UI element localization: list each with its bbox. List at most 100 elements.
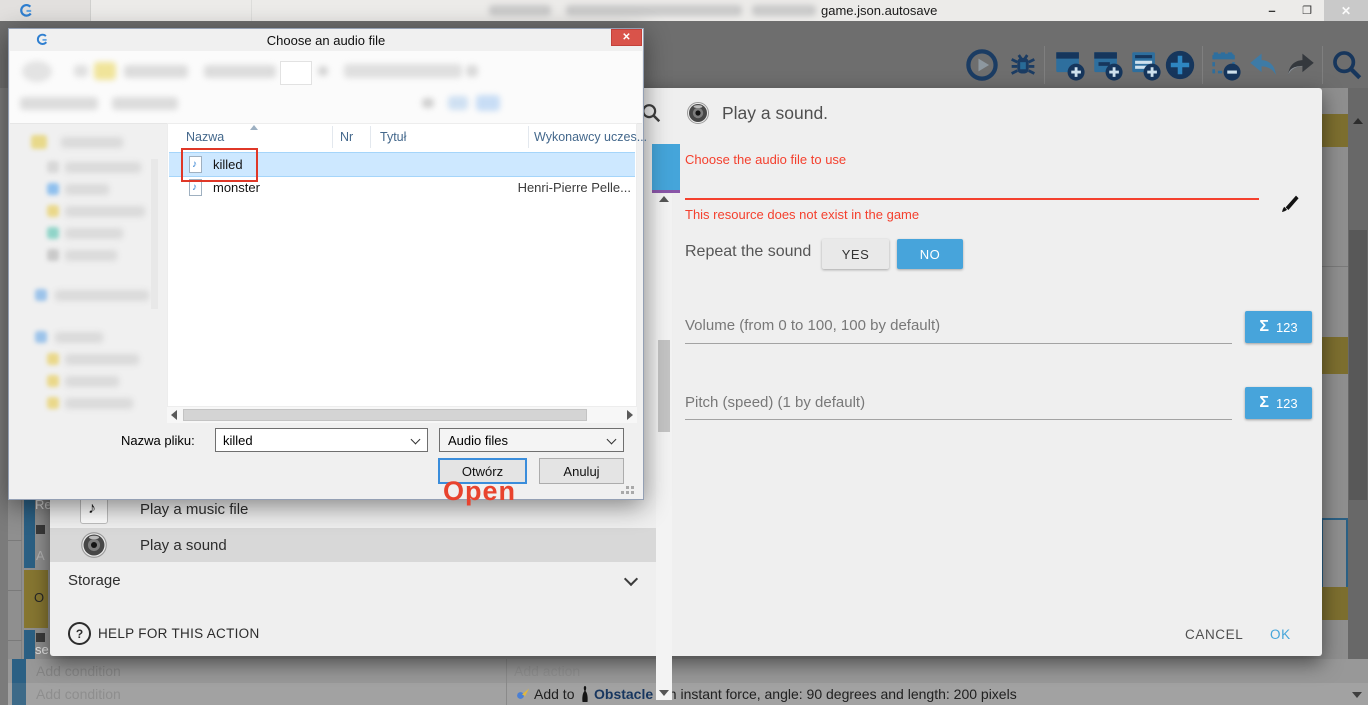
redacted-tree-label <box>65 376 119 387</box>
file-list-hscrollbar[interactable] <box>167 407 637 423</box>
redacted-tree-label <box>65 184 109 195</box>
category-tab-selected[interactable] <box>652 144 680 190</box>
editor-title: Play a sound. <box>722 103 828 124</box>
instruction-item-label: Play a music file <box>140 501 248 518</box>
sort-ascending-icon <box>250 125 258 130</box>
add-action-button[interactable]: Add action <box>514 663 580 679</box>
delete-event-button[interactable] <box>1208 48 1242 82</box>
preview-play-button[interactable] <box>965 48 999 82</box>
column-divider <box>506 683 507 705</box>
undo-button[interactable] <box>1246 48 1280 82</box>
add-event-button[interactable] <box>1052 48 1086 82</box>
volume-input[interactable] <box>685 343 1232 344</box>
add-sub-event-button[interactable] <box>1090 48 1124 82</box>
redacted-toolbar-item <box>422 98 434 108</box>
redacted-tree-icon <box>47 397 59 409</box>
column-header-title[interactable]: Tytuł <box>380 130 406 144</box>
column-header-artists[interactable]: Wykonawcy uczes... <box>534 130 647 144</box>
event-row-add: Add condition Add action <box>8 659 1368 684</box>
resource-brush-icon[interactable] <box>1278 191 1302 215</box>
repeat-no-button[interactable]: NO <box>897 239 963 269</box>
sigma-icon: Σ <box>1259 318 1269 336</box>
file-dialog-close-button[interactable]: ✕ <box>611 29 642 46</box>
file-name: monster <box>213 180 260 195</box>
redacted-tree-icon <box>47 249 59 261</box>
dropdown-chevron-icon[interactable] <box>411 435 421 445</box>
redo-button[interactable] <box>1284 48 1318 82</box>
pitch-input[interactable] <box>685 419 1232 420</box>
help-question-icon: ? <box>68 622 91 645</box>
minimize-button[interactable]: – <box>1254 0 1290 21</box>
speaker-icon <box>686 101 710 125</box>
instruction-item-sound-selected[interactable]: Play a sound <box>50 528 656 562</box>
redacted-tree-icon <box>35 289 47 301</box>
redacted-back-button <box>22 61 52 82</box>
scroll-left-icon[interactable] <box>171 410 177 420</box>
scroll-right-icon[interactable] <box>627 410 633 420</box>
redacted-tree-icon <box>47 227 59 239</box>
redacted-view-icon <box>448 96 468 110</box>
audio-file-input[interactable] <box>685 198 1259 200</box>
ok-button[interactable]: OK <box>1270 627 1291 642</box>
dropdown-chevron-icon[interactable] <box>607 435 617 445</box>
scrollbar-thumb[interactable] <box>658 340 670 432</box>
filename-combobox[interactable]: killed <box>215 428 428 452</box>
cancel-button-dialog[interactable]: Anuluj <box>539 458 624 484</box>
file-dialog-navbar-redacted <box>10 51 642 124</box>
repeat-yes-button[interactable]: YES <box>822 239 889 269</box>
file-list-header: Nazwa Nr Tytuł Wykonawcy uczes... <box>168 124 636 150</box>
close-icon: ✕ <box>622 32 630 43</box>
scroll-down-icon[interactable] <box>659 690 669 696</box>
column-divider[interactable] <box>370 126 371 148</box>
chevron-down-icon <box>624 572 638 586</box>
help-button[interactable]: ? HELP FOR THIS ACTION <box>68 622 328 646</box>
restore-button[interactable]: ❐ <box>1290 0 1324 21</box>
volume-expression-button[interactable]: Σ 123 <box>1245 311 1312 343</box>
restore-icon: ❐ <box>1302 4 1312 17</box>
events-scrollbar[interactable] <box>1348 88 1368 705</box>
instruction-group-storage[interactable]: Storage <box>50 566 656 598</box>
search-button[interactable] <box>1330 48 1364 82</box>
close-icon: ✕ <box>1341 4 1351 18</box>
pitch-expression-button[interactable]: Σ 123 <box>1245 387 1312 419</box>
force-action-prefix[interactable]: Add to <box>534 686 574 702</box>
event-condition-strip <box>12 683 26 705</box>
window-title: game.json.autosave <box>821 3 937 18</box>
hscrollbar-thumb[interactable] <box>183 409 587 421</box>
column-header-nr[interactable]: Nr <box>340 130 353 144</box>
column-divider[interactable] <box>528 126 529 148</box>
titlebar-segment-line <box>251 0 252 21</box>
yes-label: YES <box>842 247 870 262</box>
add-condition-button[interactable]: Add condition <box>36 686 121 702</box>
nav-tree-scrollbar[interactable] <box>151 159 158 309</box>
add-condition-button[interactable]: Add condition <box>36 663 121 679</box>
filetype-combobox[interactable]: Audio files <box>439 428 624 452</box>
filename-value: killed <box>223 433 253 448</box>
scroll-up-icon[interactable] <box>1353 118 1363 124</box>
force-action-object[interactable]: Obstacle <box>594 686 653 702</box>
events-left-margin <box>0 88 8 705</box>
column-divider <box>506 659 507 683</box>
events-tree-tick <box>8 590 22 591</box>
redacted-toolbar-item <box>112 97 178 110</box>
cancel-button[interactable]: CANCEL <box>1185 627 1243 642</box>
add-comment-button[interactable] <box>1128 48 1162 82</box>
events-scrollbar-thumb[interactable] <box>1349 230 1367 500</box>
column-header-name[interactable]: Nazwa <box>186 130 224 144</box>
instruction-list-scrollbar[interactable] <box>656 194 672 700</box>
scroll-up-icon[interactable] <box>659 196 669 202</box>
force-action-suffix[interactable]: an instant force, angle: 90 degrees and … <box>661 686 1017 702</box>
redacted-tree-icon <box>47 375 59 387</box>
file-artist: Henri-Pierre Pelle... <box>518 180 631 195</box>
toolbar-separator <box>1202 46 1203 84</box>
column-divider[interactable] <box>332 126 333 148</box>
redacted-tree-label <box>65 228 123 239</box>
event-mini-icon <box>36 633 45 642</box>
row-caret-down-icon[interactable] <box>1352 692 1362 698</box>
debug-button[interactable] <box>1006 48 1040 82</box>
filename-label: Nazwa pliku: <box>121 433 195 448</box>
speaker-icon <box>80 531 108 559</box>
close-button[interactable]: ✕ <box>1324 0 1368 21</box>
add-button[interactable] <box>1163 48 1197 82</box>
event-condition-strip <box>24 488 35 568</box>
